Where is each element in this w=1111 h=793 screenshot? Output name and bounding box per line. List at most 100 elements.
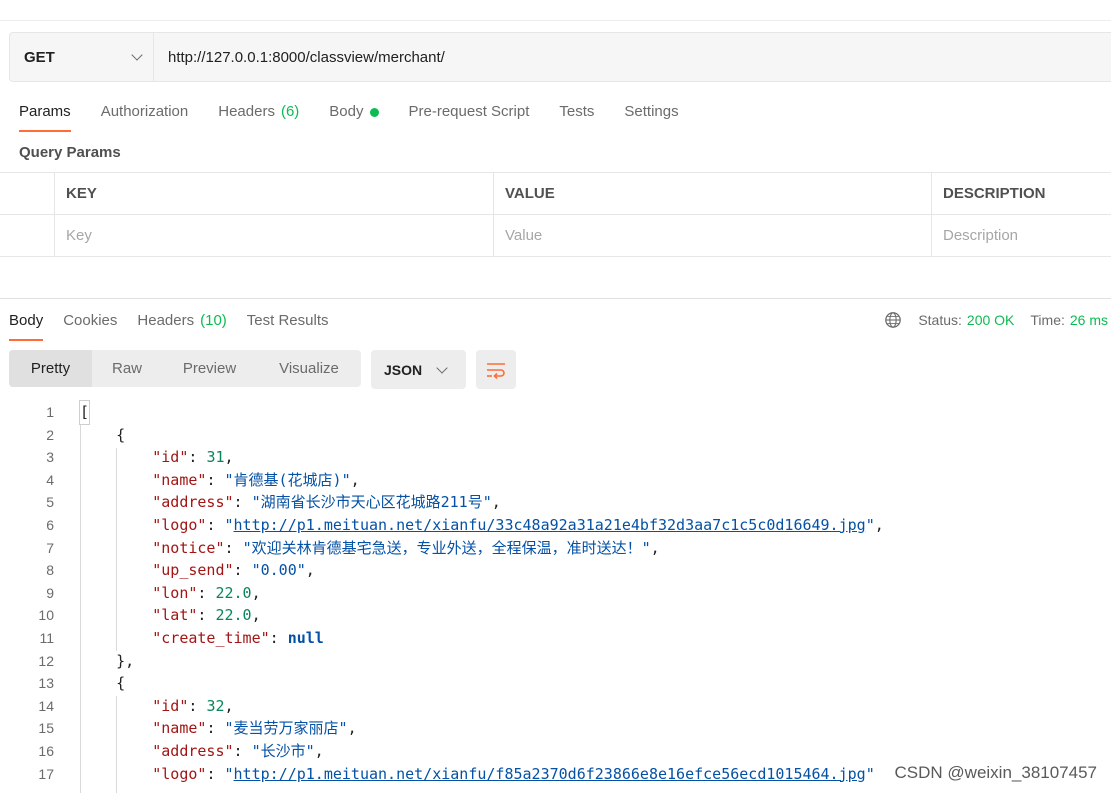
json-key: "name": [152, 470, 207, 489]
json-key: "lon": [152, 583, 198, 602]
json-brace: },: [116, 651, 135, 670]
row-checkbox-cell: [0, 215, 55, 256]
view-pretty-button[interactable]: Pretty: [9, 350, 92, 387]
code-line: 13 {: [0, 672, 1111, 695]
response-meta: Status: 200 OK Time: 26 ms: [884, 311, 1108, 329]
line-number: 5: [46, 494, 54, 511]
json-key: "logo": [152, 764, 207, 783]
view-visualize-button[interactable]: Visualize: [257, 350, 361, 387]
query-params-table: KEY VALUE DESCRIPTION Key Value Descript…: [0, 172, 1111, 257]
code-line: 8 "up_send": "0.00",: [0, 559, 1111, 582]
tab-authorization[interactable]: Authorization: [101, 100, 189, 132]
code-line: 4 "name": "肯德基(花城店)",: [0, 469, 1111, 492]
view-preview-button[interactable]: Preview: [162, 350, 257, 387]
json-null: null: [287, 628, 324, 647]
json-brace: {: [116, 674, 126, 693]
line-number: 9: [46, 584, 54, 601]
response-tab-headers[interactable]: Headers (10): [137, 309, 226, 341]
wrap-lines-button[interactable]: [476, 350, 516, 389]
response-body-code[interactable]: 1 [ 2 { 3 "id": 31, 4 "name": "肯德基(花城店)",…: [0, 400, 1111, 786]
response-tab-headers-label: Headers: [137, 312, 195, 329]
json-key: "create_time": [152, 628, 270, 647]
json-key: "id": [152, 448, 189, 467]
value-input[interactable]: Value: [494, 215, 932, 256]
line-number: 4: [46, 471, 54, 488]
column-header-key: KEY: [55, 173, 494, 214]
status-label: Status:: [918, 312, 962, 328]
tab-prerequest-script[interactable]: Pre-request Script: [409, 100, 530, 132]
json-bracket: [: [78, 400, 91, 425]
code-line: 10 "lat": 22.0,: [0, 604, 1111, 627]
line-number: 2: [46, 426, 54, 443]
code-line: 3 "id": 31,: [0, 446, 1111, 469]
json-link[interactable]: http://p1.meituan.net/xianfu/33c48a92a31…: [234, 514, 866, 537]
top-divider: [0, 20, 1111, 21]
line-number: 6: [46, 516, 54, 533]
key-input[interactable]: Key: [55, 215, 494, 256]
json-key: "id": [152, 696, 189, 715]
json-number: 22.0: [215, 606, 252, 625]
tab-body[interactable]: Body: [329, 100, 379, 132]
request-tabs: Params Authorization Headers (6) Body Pr…: [19, 100, 709, 132]
table-header-row: KEY VALUE DESCRIPTION: [0, 173, 1111, 215]
json-number: 22.0: [215, 583, 252, 602]
json-key: "notice": [152, 538, 225, 557]
json-key: "lat": [152, 606, 198, 625]
description-input[interactable]: Description: [932, 215, 1111, 256]
format-selector[interactable]: JSON: [371, 350, 466, 389]
json-number: 31: [206, 448, 225, 467]
line-number: 13: [38, 675, 54, 692]
json-key: "address": [152, 741, 234, 760]
tab-settings[interactable]: Settings: [624, 100, 678, 132]
json-string: "肯德基(花城店)": [224, 470, 351, 489]
tab-params[interactable]: Params: [19, 100, 71, 132]
line-number: 14: [38, 697, 54, 714]
globe-icon[interactable]: [884, 311, 902, 329]
response-tab-body[interactable]: Body: [9, 309, 44, 341]
chevron-down-icon: [436, 361, 448, 374]
checkbox-column: [0, 173, 55, 214]
code-line: 14 "id": 32,: [0, 695, 1111, 718]
code-line: 7 "notice": "欢迎关林肯德基宅急送，专业外送，全程保温，准时送达！"…: [0, 537, 1111, 560]
json-string: "麦当劳万家丽店": [224, 719, 348, 738]
code-line: 2 {: [0, 424, 1111, 447]
table-row: Key Value Description: [0, 215, 1111, 257]
code-line: 11 "create_time": null: [0, 627, 1111, 650]
text-wrap-icon: [487, 362, 505, 379]
column-header-description: DESCRIPTION: [943, 185, 1046, 202]
format-label: JSON: [384, 361, 423, 378]
tab-tests[interactable]: Tests: [559, 100, 594, 132]
view-raw-button[interactable]: Raw: [92, 350, 162, 387]
request-url-bar: GET http://127.0.0.1:8000/classview/merc…: [9, 32, 1111, 82]
method-label: GET: [24, 48, 55, 66]
tab-headers[interactable]: Headers (6): [218, 100, 299, 132]
view-mode-toggle: Pretty Raw Preview Visualize: [9, 350, 361, 387]
tab-body-label: Body: [329, 103, 364, 120]
response-divider[interactable]: [0, 298, 1111, 299]
json-key: "logo": [152, 515, 207, 534]
json-key: "up_send": [152, 561, 234, 580]
status-value[interactable]: 200 OK: [967, 312, 1014, 328]
watermark: CSDN @weixin_38107457: [894, 763, 1097, 783]
tab-headers-label: Headers: [218, 103, 275, 120]
code-line: 5 "address": "湖南省长沙市天心区花城路211号",: [0, 491, 1111, 514]
time-value[interactable]: 26 ms: [1070, 312, 1108, 328]
json-string: "长沙市": [251, 741, 315, 760]
response-tab-cookies[interactable]: Cookies: [63, 309, 117, 341]
json-brace: {: [116, 425, 126, 444]
response-tab-test-results[interactable]: Test Results: [247, 309, 329, 341]
response-tabs: Body Cookies Headers (10) Test Results: [9, 309, 349, 341]
chevron-down-icon: [131, 49, 143, 61]
json-key: "address": [152, 493, 234, 512]
line-number: 10: [38, 607, 54, 624]
time-label: Time:: [1030, 312, 1065, 328]
code-line: 15 "name": "麦当劳万家丽店",: [0, 717, 1111, 740]
url-input[interactable]: http://127.0.0.1:8000/classview/merchant…: [154, 33, 1111, 81]
headers-count: (6): [280, 103, 300, 120]
method-selector[interactable]: GET: [10, 33, 154, 81]
line-number: 1: [46, 404, 54, 420]
line-number: 8: [46, 562, 54, 579]
json-link[interactable]: http://p1.meituan.net/xianfu/f85a2370d6f…: [234, 763, 866, 786]
code-line: 6 "logo": " http://p1.meituan.net/xianfu/…: [0, 514, 1111, 537]
line-number: 16: [38, 742, 54, 759]
